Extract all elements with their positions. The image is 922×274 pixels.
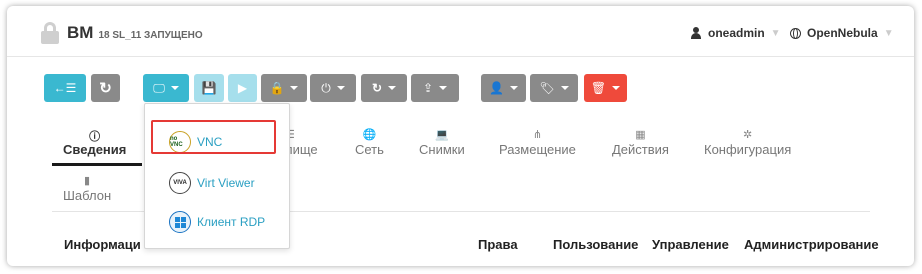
tab-snapshots[interactable]: 💻 Снимки xyxy=(419,128,465,157)
user-icon: 👤 xyxy=(489,81,504,95)
reboot-dropdown-button[interactable]: ↻ xyxy=(361,74,407,102)
vm-title: ВМ 18 SL_11 ЗАПУЩЕНО xyxy=(41,22,203,44)
tab-label: Сеть xyxy=(355,142,384,157)
laptop-icon: 💻 xyxy=(435,129,449,141)
caret-down-icon xyxy=(170,86,179,90)
windows-icon xyxy=(169,211,191,233)
vnc-highlight-box xyxy=(151,120,276,154)
tab-placement[interactable]: ⋔ Размещение xyxy=(499,128,576,157)
caret-down-icon xyxy=(509,86,518,90)
save-icon: 💾 xyxy=(201,81,217,95)
tab-label: Конфигурация xyxy=(704,142,792,157)
caret-down-icon xyxy=(290,86,299,90)
refresh-icon: ↻ xyxy=(99,80,112,97)
info-icon: ⓘ xyxy=(89,131,101,143)
play-button[interactable]: ▶ xyxy=(228,74,257,102)
chevron-down-icon: ▼ xyxy=(770,27,781,39)
power-icon: ⏻ xyxy=(321,80,331,95)
tab-label: Действия xyxy=(612,142,669,157)
caret-down-icon xyxy=(560,86,569,90)
globe-icon: 🌐 xyxy=(362,129,377,141)
active-tab-indicator xyxy=(52,163,142,166)
user-icon xyxy=(690,27,702,39)
tab-label: Сведения xyxy=(63,142,127,157)
save-button[interactable]: 💾 xyxy=(194,74,224,102)
monitor-icon: 🖵 xyxy=(153,80,165,95)
column-header-rights: Права xyxy=(478,237,518,252)
caret-down-icon xyxy=(388,86,397,90)
calendar-icon: ▦ xyxy=(635,129,646,141)
share-icon: ⇪ xyxy=(422,81,434,95)
tab-label: Снимки xyxy=(419,142,465,157)
user-menu[interactable]: oneadmin ▼ xyxy=(690,26,781,40)
trash-icon: 🗑 xyxy=(590,81,607,95)
back-button[interactable]: ←☰ xyxy=(44,74,86,102)
refresh-button[interactable]: ↻ xyxy=(91,74,120,102)
power-dropdown-button[interactable]: ⏻ xyxy=(310,74,356,102)
caret-down-icon xyxy=(336,86,345,90)
globe-icon xyxy=(790,27,801,39)
column-header-admin: Администрирование xyxy=(744,237,879,252)
caret-down-icon xyxy=(439,86,448,90)
reboot-icon: ↻ xyxy=(371,81,383,95)
column-header-info: Информаци xyxy=(64,237,141,252)
menu-item-label: Клиент RDP xyxy=(197,215,266,229)
vm-status: 18 SL_11 ЗАПУЩЕНО xyxy=(98,29,203,41)
virt-viewer-icon: VIVA xyxy=(169,172,191,194)
share-dropdown-button[interactable]: ⇪ xyxy=(411,74,459,102)
lock-icon xyxy=(41,22,63,44)
divider xyxy=(7,56,914,57)
delete-dropdown-button[interactable]: 🗑 xyxy=(584,74,627,102)
lock-dropdown-button[interactable]: 🔒 xyxy=(261,74,307,102)
tab-info[interactable]: ⓘ Сведения xyxy=(63,128,126,157)
console-dropdown-button[interactable]: 🖵 xyxy=(143,74,189,102)
tab-label: Размещение xyxy=(499,142,576,157)
tab-label: Шаблон xyxy=(63,188,112,203)
labels-dropdown-button[interactable]: 🏷 xyxy=(530,74,578,102)
chevron-down-icon: ▼ xyxy=(883,27,894,39)
menu-item-virt-viewer[interactable]: VIVA Virt Viewer xyxy=(145,169,289,197)
file-icon: ▮ xyxy=(84,175,91,187)
tab-template[interactable]: ▮ Шаблон xyxy=(63,174,111,203)
vm-label: ВМ xyxy=(67,23,94,42)
caret-down-icon xyxy=(612,86,621,90)
column-header-use: Пользование xyxy=(553,237,639,252)
vm-panel: ВМ 18 SL_11 ЗАПУЩЕНО oneadmin ▼ OpenNebu… xyxy=(7,6,914,266)
zone-name: OpenNebula xyxy=(807,26,878,40)
owner-dropdown-button[interactable]: 👤 xyxy=(481,74,526,102)
tab-network[interactable]: 🌐 Сеть xyxy=(355,128,384,157)
play-icon: ▶ xyxy=(237,81,248,95)
lock-icon: 🔒 xyxy=(269,81,285,95)
cog-icon: ✲ xyxy=(743,129,753,141)
tab-actions[interactable]: ▦ Действия xyxy=(612,128,669,157)
column-header-manage: Управление xyxy=(652,237,729,252)
tab-configuration[interactable]: ✲ Конфигурация xyxy=(704,128,791,157)
zone-menu[interactable]: OpenNebula ▼ xyxy=(790,26,894,40)
back-list-icon: ←☰ xyxy=(53,81,77,95)
user-name: oneadmin xyxy=(708,26,765,40)
menu-item-label: Virt Viewer xyxy=(197,176,255,190)
menu-item-rdp[interactable]: Клиент RDP xyxy=(145,208,289,236)
sitemap-icon: ⋔ xyxy=(532,129,543,141)
tag-icon: 🏷 xyxy=(539,81,555,95)
